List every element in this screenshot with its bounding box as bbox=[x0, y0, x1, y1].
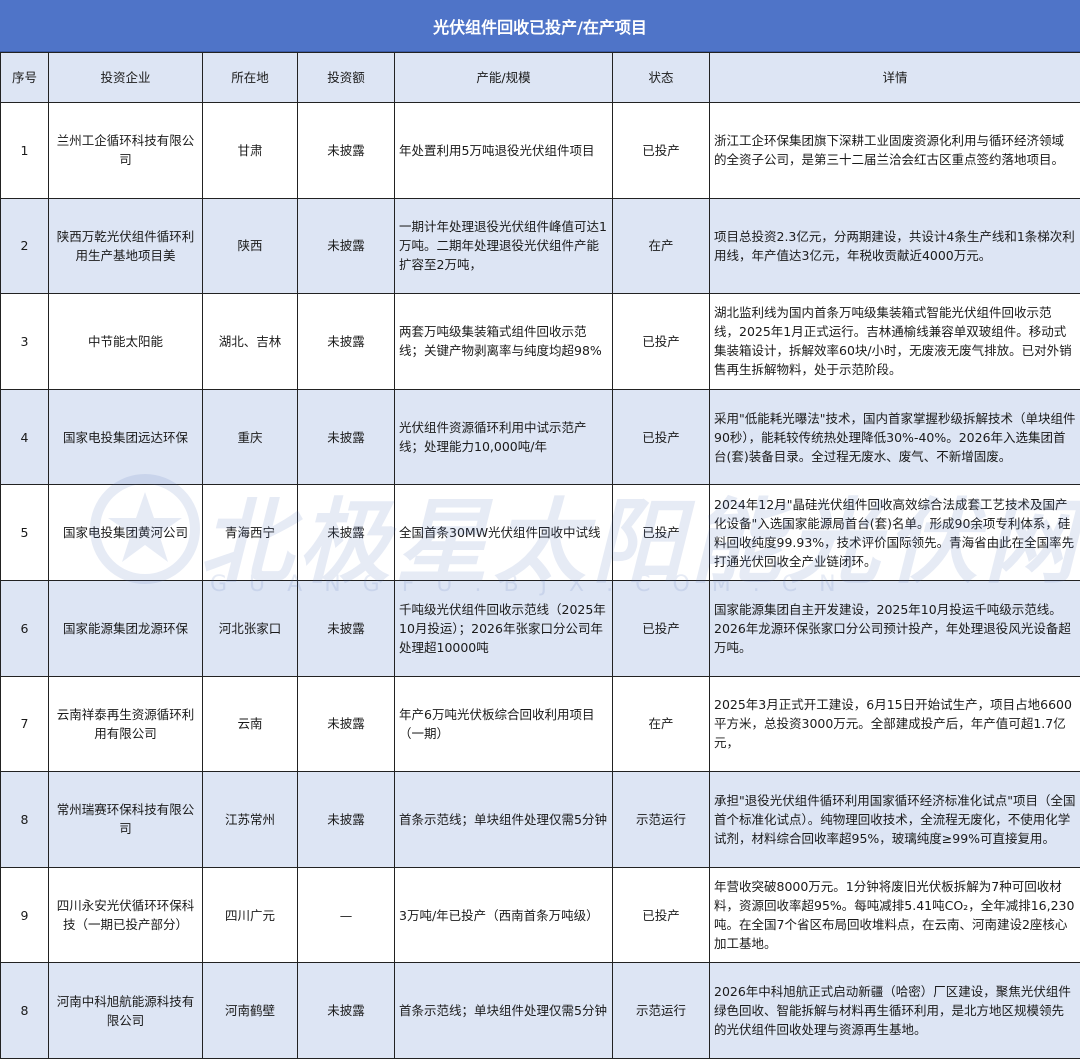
cell-capacity: 首条示范线；单块组件处理仅需5分钟 bbox=[395, 963, 613, 1059]
cell-status: 已投产 bbox=[613, 580, 710, 676]
cell-capacity: 年处置利用5万吨退役光伏组件项目 bbox=[395, 103, 613, 199]
cell-capacity: 光伏组件资源循环利用中试示范产线；处理能力10,000吨/年 bbox=[395, 389, 613, 485]
cell-no: 4 bbox=[1, 389, 49, 485]
cell-detail: 2026年中科旭航正式启动新疆（哈密）厂区建设，聚焦光伏组件绿色回收、智能拆解与… bbox=[710, 963, 1080, 1059]
cell-location: 青海西宁 bbox=[203, 485, 298, 581]
cell-detail: 2025年3月正式开工建设，6月15日开始试生产，项目占地6600平方米，总投资… bbox=[710, 676, 1080, 772]
header-status: 状态 bbox=[613, 53, 710, 103]
cell-investment: 未披露 bbox=[298, 485, 395, 581]
cell-status: 已投产 bbox=[613, 867, 710, 963]
cell-investment: 未披露 bbox=[298, 772, 395, 868]
cell-location: 湖北、吉林 bbox=[203, 294, 298, 390]
cell-location: 江苏常州 bbox=[203, 772, 298, 868]
cell-detail: 年营收突破8000万元。1分钟将废旧光伏板拆解为7种可回收材料，资源回收率超95… bbox=[710, 867, 1080, 963]
cell-status: 在产 bbox=[613, 198, 710, 294]
table-row: 6 国家能源集团龙源环保 河北张家口 未披露 千吨级光伏组件回收示范线（2025… bbox=[1, 580, 1080, 676]
cell-location: 四川广元 bbox=[203, 867, 298, 963]
header-capacity: 产能/规模 bbox=[395, 53, 613, 103]
cell-status: 已投产 bbox=[613, 294, 710, 390]
cell-status: 已投产 bbox=[613, 389, 710, 485]
cell-no: 7 bbox=[1, 676, 49, 772]
projects-table: 序号 投资企业 所在地 投资额 产能/规模 状态 详情 1 兰州工企循环科技有限… bbox=[0, 52, 1080, 1059]
cell-location: 甘肃 bbox=[203, 103, 298, 199]
cell-company: 云南祥泰再生资源循环利用有限公司 bbox=[49, 676, 203, 772]
cell-detail: 国家能源集团自主开发建设，2025年10月投运千吨级示范线。2026年龙源环保张… bbox=[710, 580, 1080, 676]
cell-location: 重庆 bbox=[203, 389, 298, 485]
cell-detail: 湖北监利线为国内首条万吨级集装箱式智能光伏组件回收示范线，2025年1月正式运行… bbox=[710, 294, 1080, 390]
cell-status: 已投产 bbox=[613, 103, 710, 199]
table-title: 光伏组件回收已投产/在产项目 bbox=[0, 0, 1080, 52]
cell-status: 已投产 bbox=[613, 485, 710, 581]
cell-detail: 项目总投资2.3亿元，分两期建设，共设计4条生产线和1条梯次利用线，年产值达3亿… bbox=[710, 198, 1080, 294]
cell-company: 国家电投集团黄河公司 bbox=[49, 485, 203, 581]
table-row: 4 国家电投集团远达环保 重庆 未披露 光伏组件资源循环利用中试示范产线；处理能… bbox=[1, 389, 1080, 485]
page: 光伏组件回收已投产/在产项目 序号 投资企业 所在地 投资额 产能/规模 状态 … bbox=[0, 0, 1080, 1058]
cell-investment: 未披露 bbox=[298, 580, 395, 676]
cell-company: 国家电投集团远达环保 bbox=[49, 389, 203, 485]
cell-no: 3 bbox=[1, 294, 49, 390]
table-row: 5 国家电投集团黄河公司 青海西宁 未披露 全国首条30MW光伏组件回收中试线 … bbox=[1, 485, 1080, 581]
table-row: 7 云南祥泰再生资源循环利用有限公司 云南 未披露 年产6万吨光伏板综合回收利用… bbox=[1, 676, 1080, 772]
cell-capacity: 首条示范线；单块组件处理仅需5分钟 bbox=[395, 772, 613, 868]
cell-company: 河南中科旭航能源科技有限公司 bbox=[49, 963, 203, 1059]
table-row: 8 河南中科旭航能源科技有限公司 河南鹤壁 未披露 首条示范线；单块组件处理仅需… bbox=[1, 963, 1080, 1059]
cell-company: 四川永安光伏循环环保科技（一期已投产部分） bbox=[49, 867, 203, 963]
cell-detail: 浙江工企环保集团旗下深耕工业固废资源化利用与循环经济领域的全资子公司，是第三十二… bbox=[710, 103, 1080, 199]
cell-company: 陕西万乾光伏组件循环利用生产基地项目美 bbox=[49, 198, 203, 294]
cell-location: 陕西 bbox=[203, 198, 298, 294]
cell-capacity: 全国首条30MW光伏组件回收中试线 bbox=[395, 485, 613, 581]
header-company: 投资企业 bbox=[49, 53, 203, 103]
table-row: 1 兰州工企循环科技有限公司 甘肃 未披露 年处置利用5万吨退役光伏组件项目 已… bbox=[1, 103, 1080, 199]
cell-company: 兰州工企循环科技有限公司 bbox=[49, 103, 203, 199]
cell-detail: 承担"退役光伏组件循环利用国家循环经济标准化试点"项目（全国首个标准化试点）。纯… bbox=[710, 772, 1080, 868]
cell-capacity: 一期计年处理退役光伏组件峰值可达1万吨。二期年处理退役光伏组件产能扩容至2万吨， bbox=[395, 198, 613, 294]
cell-detail: 采用"低能耗光曝法"技术，国内首家掌握秒级拆解技术（单块组件90秒），能耗较传统… bbox=[710, 389, 1080, 485]
cell-capacity: 两套万吨级集装箱式组件回收示范线；关键产物剥离率与纯度均超98% bbox=[395, 294, 613, 390]
cell-investment: 未披露 bbox=[298, 963, 395, 1059]
cell-investment: 未披露 bbox=[298, 198, 395, 294]
cell-location: 云南 bbox=[203, 676, 298, 772]
cell-status: 在产 bbox=[613, 676, 710, 772]
cell-location: 河北张家口 bbox=[203, 580, 298, 676]
cell-capacity: 年产6万吨光伏板综合回收利用项目（一期） bbox=[395, 676, 613, 772]
cell-capacity: 千吨级光伏组件回收示范线（2025年10月投运）；2026年张家口分公司年处理超… bbox=[395, 580, 613, 676]
cell-no: 8 bbox=[1, 963, 49, 1059]
cell-capacity: 3万吨/年已投产（西南首条万吨级） bbox=[395, 867, 613, 963]
table-row: 8 常州瑞赛环保科技有限公司 江苏常州 未披露 首条示范线；单块组件处理仅需5分… bbox=[1, 772, 1080, 868]
cell-company: 国家能源集团龙源环保 bbox=[49, 580, 203, 676]
cell-investment: 未披露 bbox=[298, 103, 395, 199]
cell-no: 5 bbox=[1, 485, 49, 581]
cell-detail: 2024年12月"晶硅光伏组件回收高效综合法成套工艺技术及国产化设备"入选国家能… bbox=[710, 485, 1080, 581]
cell-no: 2 bbox=[1, 198, 49, 294]
header-row: 序号 投资企业 所在地 投资额 产能/规模 状态 详情 bbox=[1, 53, 1080, 103]
table-row: 9 四川永安光伏循环环保科技（一期已投产部分） 四川广元 — 3万吨/年已投产（… bbox=[1, 867, 1080, 963]
cell-no: 9 bbox=[1, 867, 49, 963]
cell-status: 示范运行 bbox=[613, 772, 710, 868]
cell-location: 河南鹤壁 bbox=[203, 963, 298, 1059]
cell-investment: 未披露 bbox=[298, 294, 395, 390]
table-row: 3 中节能太阳能 湖北、吉林 未披露 两套万吨级集装箱式组件回收示范线；关键产物… bbox=[1, 294, 1080, 390]
cell-status: 示范运行 bbox=[613, 963, 710, 1059]
header-no: 序号 bbox=[1, 53, 49, 103]
header-detail: 详情 bbox=[710, 53, 1080, 103]
cell-company: 常州瑞赛环保科技有限公司 bbox=[49, 772, 203, 868]
cell-no: 8 bbox=[1, 772, 49, 868]
cell-investment: 未披露 bbox=[298, 676, 395, 772]
table-row: 2 陕西万乾光伏组件循环利用生产基地项目美 陕西 未披露 一期计年处理退役光伏组… bbox=[1, 198, 1080, 294]
cell-company: 中节能太阳能 bbox=[49, 294, 203, 390]
header-location: 所在地 bbox=[203, 53, 298, 103]
cell-investment: 未披露 bbox=[298, 389, 395, 485]
cell-no: 6 bbox=[1, 580, 49, 676]
cell-no: 1 bbox=[1, 103, 49, 199]
header-investment: 投资额 bbox=[298, 53, 395, 103]
cell-investment: — bbox=[298, 867, 395, 963]
